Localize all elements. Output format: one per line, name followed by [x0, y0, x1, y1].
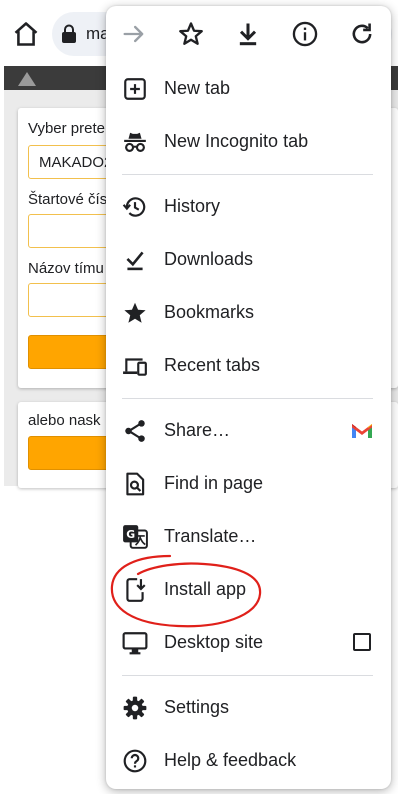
forward-arrow-icon[interactable] — [120, 20, 148, 48]
menu-item-label: Downloads — [164, 249, 254, 269]
translate-icon: G — [123, 525, 148, 549]
history-icon — [122, 197, 146, 217]
home-icon[interactable] — [12, 20, 40, 48]
incognito-icon — [124, 132, 146, 152]
menu-item-label: Translate… — [164, 526, 257, 546]
menu-item-find-in-page[interactable]: Find in page — [106, 457, 391, 510]
menu-item-label: Help & feedback — [164, 750, 297, 770]
menu-item-label: Find in page — [164, 473, 264, 493]
menu-divider — [122, 398, 373, 399]
menu-item-settings[interactable]: Settings — [106, 681, 391, 734]
menu-item-downloads[interactable]: Downloads — [106, 233, 391, 286]
menu-item-label: Recent tabs — [164, 355, 261, 375]
menu-item-history[interactable]: History — [106, 180, 391, 233]
menu-item-recent-tabs[interactable]: Recent tabs — [106, 339, 391, 392]
menu-item-label: Bookmarks — [164, 302, 255, 322]
competition-label: Vyber prete — [28, 120, 105, 137]
svg-text:G: G — [126, 528, 135, 541]
site-logo-icon — [18, 72, 36, 86]
refresh-icon[interactable] — [348, 20, 376, 48]
find-in-page-icon — [126, 472, 145, 496]
lock-icon — [62, 24, 76, 43]
overflow-menu: New tab New Incognito tab History Downlo… — [106, 6, 391, 789]
download-icon[interactable] — [234, 20, 262, 48]
menu-divider — [122, 174, 373, 175]
menu-item-new-incognito-tab[interactable]: New Incognito tab — [106, 115, 391, 168]
downloads-done-icon — [126, 251, 144, 271]
desktop-icon — [122, 632, 148, 655]
gear-icon — [123, 696, 147, 720]
menu-item-label: Install app — [164, 579, 247, 599]
desktop-site-checkbox[interactable] — [353, 633, 371, 651]
start-number-label: Štartové čís — [28, 191, 108, 208]
new-tab-icon — [124, 78, 146, 100]
menu-item-desktop-site[interactable]: Desktop site — [106, 616, 391, 669]
info-icon[interactable] — [291, 20, 319, 48]
menu-item-label: Share… — [164, 420, 231, 440]
install-mobile-icon — [126, 578, 146, 602]
menu-item-help-feedback[interactable]: Help & feedback — [106, 734, 391, 787]
menu-item-install-app[interactable]: Install app — [106, 563, 391, 616]
menu-item-label: History — [164, 196, 221, 216]
menu-item-share[interactable]: Share… — [106, 404, 391, 457]
devices-icon — [123, 358, 147, 376]
gmail-icon[interactable] — [351, 421, 373, 439]
menu-item-label: New tab — [164, 78, 231, 98]
scan-label: alebo nask — [28, 412, 101, 429]
help-icon — [123, 749, 147, 773]
star-icon[interactable] — [177, 20, 205, 48]
menu-item-new-tab[interactable]: New tab — [106, 62, 391, 115]
menu-divider — [122, 675, 373, 676]
share-icon — [125, 420, 145, 442]
menu-toolbar — [106, 6, 391, 64]
bookmark-star-icon — [124, 302, 146, 323]
menu-item-translate[interactable]: G Translate… — [106, 510, 391, 563]
menu-item-label: New Incognito tab — [164, 131, 309, 151]
menu-item-bookmarks[interactable]: Bookmarks — [106, 286, 391, 339]
team-name-label: Názov tímu — [28, 260, 104, 277]
menu-item-label: Desktop site — [164, 632, 264, 652]
menu-item-label: Settings — [164, 697, 230, 717]
